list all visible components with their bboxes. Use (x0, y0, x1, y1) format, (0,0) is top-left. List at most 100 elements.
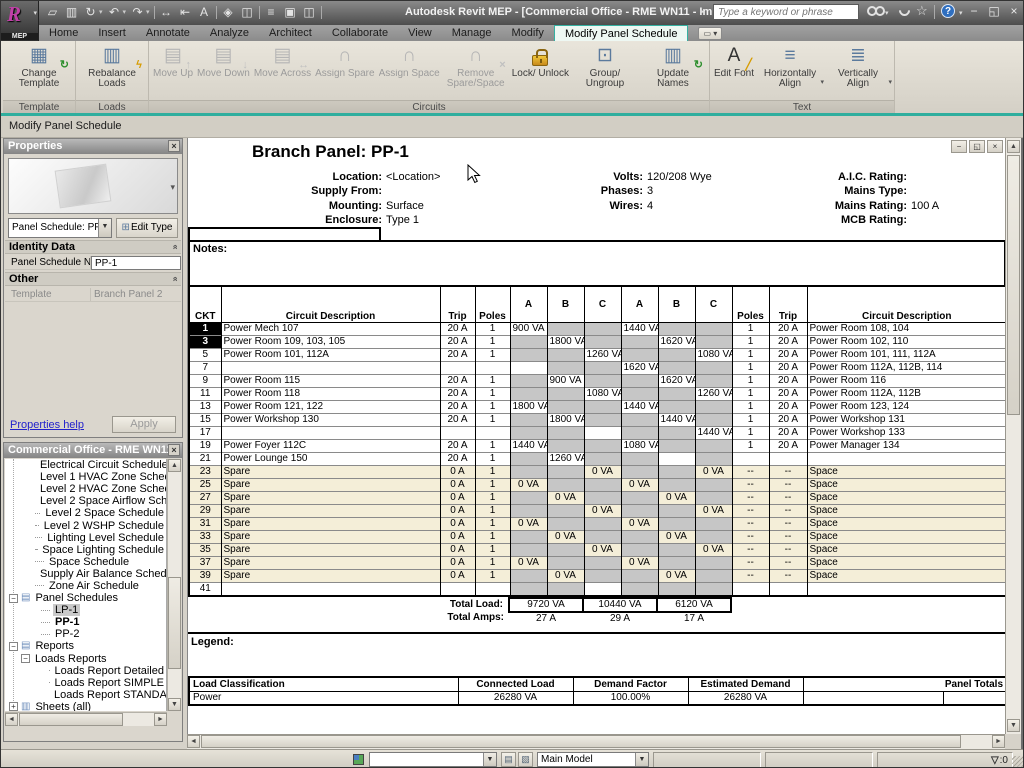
search-caret-icon[interactable]: ▾ (885, 9, 889, 17)
search-icon[interactable] (867, 5, 883, 16)
undo-icon[interactable]: ↶ (107, 5, 122, 19)
phase-load-cell[interactable]: 0 VA (510, 517, 547, 530)
type-selector-dropdown[interactable]: Panel Schedule: PP-1 ▼ (8, 218, 112, 238)
phase-load-cell[interactable] (584, 413, 621, 426)
poles-cell[interactable]: -- (732, 517, 769, 530)
collapse-box-icon[interactable]: − (9, 594, 18, 603)
phase-load-cell[interactable] (621, 426, 658, 439)
collapse-icon[interactable]: » (168, 244, 180, 249)
phase-load-cell[interactable] (584, 361, 621, 374)
phase-load-cell[interactable] (510, 413, 547, 426)
phase-load-cell[interactable] (584, 452, 621, 465)
browser-item-lp-1[interactable]: LP-1 (5, 604, 166, 616)
scroll-right-icon[interactable]: ► (992, 735, 1005, 748)
poles-cell[interactable]: 1 (475, 348, 510, 361)
trip-cell[interactable]: 20 A (440, 335, 475, 348)
circuit-description-cell[interactable]: Power Room 108, 104 (807, 322, 1007, 335)
browser-item-loads-reports[interactable]: −Loads Reports (5, 653, 166, 665)
circuit-description-cell[interactable]: Spare (221, 491, 440, 504)
collapse-box-icon[interactable]: − (21, 654, 30, 663)
trip-cell[interactable]: 20 A (769, 387, 807, 400)
phase-load-cell[interactable]: 1800 VA (547, 413, 584, 426)
phase-load-cell[interactable] (658, 543, 695, 556)
document-vertical-scrollbar[interactable]: ▲ ▼ (1005, 138, 1021, 734)
minimize-button[interactable]: − (967, 5, 981, 18)
circuit-description-cell[interactable]: Spare (221, 569, 440, 582)
remove-spare-space-button[interactable]: ∩×Remove Spare/Space (442, 42, 510, 92)
phase-load-cell[interactable]: 1080 VA (621, 439, 658, 452)
trip-cell[interactable] (769, 582, 807, 596)
edit-font-button[interactable]: A╱Edit Font (712, 42, 756, 92)
poles-cell[interactable]: -- (732, 465, 769, 478)
circuit-description-cell[interactable]: Power Manager 134 (807, 439, 1007, 452)
phase-load-cell[interactable]: 1440 VA (658, 413, 695, 426)
phase-load-cell[interactable] (510, 335, 547, 348)
filter-icon[interactable]: ▽ (991, 755, 999, 766)
rebalance-loads-button[interactable]: ▥ϟRebalance Loads (78, 42, 146, 92)
restore-button[interactable]: ◱ (987, 5, 1001, 18)
phase-load-cell[interactable]: 1260 VA (695, 387, 732, 400)
circuit-description-cell[interactable]: Power Workshop 131 (807, 413, 1007, 426)
phase-load-cell[interactable] (621, 530, 658, 543)
poles-cell[interactable]: -- (732, 491, 769, 504)
browser-item-loads-report-standari[interactable]: Loads Report STANDARI (5, 689, 166, 701)
info-value[interactable]: 4 (647, 200, 653, 212)
section-icon[interactable]: ◫ (240, 5, 255, 19)
properties-help-link[interactable]: Properties help (10, 419, 84, 431)
trip-cell[interactable]: -- (769, 556, 807, 569)
poles-cell[interactable]: 1 (475, 374, 510, 387)
browser-item-level-2-wshp-schedule[interactable]: Level 2 WSHP Schedule (5, 519, 166, 531)
editable-only-toggle[interactable]: ▤ (501, 752, 516, 767)
circuit-description-cell[interactable]: Power Room 121, 122 (221, 400, 440, 413)
ckt-cell[interactable]: 7 (189, 361, 221, 374)
scroll-up-icon[interactable]: ▲ (1007, 140, 1020, 153)
phase-load-cell[interactable]: 1440 VA (621, 322, 658, 335)
phase-load-cell[interactable] (621, 413, 658, 426)
trip-cell[interactable]: 20 A (769, 439, 807, 452)
phase-load-cell[interactable] (584, 426, 621, 439)
phase-load-cell[interactable] (510, 465, 547, 478)
phase-load-cell[interactable] (584, 569, 621, 582)
phase-load-cell[interactable] (547, 361, 584, 374)
ckt-cell[interactable]: 3 (189, 335, 221, 348)
browser-vertical-scrollbar[interactable]: ▲ ▼ (167, 459, 181, 711)
phase-load-cell[interactable] (621, 452, 658, 465)
circuit-description-cell[interactable]: Power Workshop 133 (807, 426, 1007, 439)
phase-load-cell[interactable]: 1620 VA (658, 374, 695, 387)
circuit-description-cell[interactable] (221, 582, 440, 596)
trip-cell[interactable] (440, 361, 475, 374)
trip-cell[interactable]: 20 A (440, 400, 475, 413)
trip-cell[interactable] (440, 426, 475, 439)
poles-cell[interactable]: -- (732, 504, 769, 517)
ckt-cell[interactable]: 25 (189, 478, 221, 491)
panel-title[interactable]: Branch Panel: PP-1 (252, 142, 409, 162)
phase-load-cell[interactable] (621, 374, 658, 387)
tab-annotate[interactable]: Annotate (136, 25, 200, 41)
poles-cell[interactable] (475, 426, 510, 439)
phase-load-cell[interactable] (510, 361, 547, 374)
move-up-button[interactable]: ▤↑Move Up (151, 42, 195, 92)
circuit-description-cell[interactable]: Power Foyer 112C (221, 439, 440, 452)
default-3d-view-icon[interactable]: ◈ (221, 5, 236, 19)
trip-cell[interactable]: 0 A (440, 556, 475, 569)
circuit-description-cell[interactable]: Space (807, 478, 1007, 491)
browser-item-loads-report-simple[interactable]: Loads Report SIMPLE (5, 677, 166, 689)
phase-load-cell[interactable] (510, 569, 547, 582)
phase-load-cell[interactable] (584, 491, 621, 504)
circuit-description-cell[interactable]: Space (807, 517, 1007, 530)
panel-schedule-name-field[interactable]: PP-1 (91, 256, 181, 270)
poles-cell[interactable]: 1 (475, 491, 510, 504)
trip-cell[interactable]: -- (769, 517, 807, 530)
trip-cell[interactable]: 0 A (440, 504, 475, 517)
poles-cell[interactable]: 1 (475, 387, 510, 400)
circuit-description-cell[interactable]: Space (807, 491, 1007, 504)
browser-item-zone-air-schedule[interactable]: Zone Air Schedule (5, 580, 166, 592)
phase-load-cell[interactable]: 0 VA (621, 478, 658, 491)
trip-cell[interactable]: 20 A (440, 374, 475, 387)
poles-cell[interactable]: 1 (475, 400, 510, 413)
demand-factor-cell[interactable]: 100.00% (573, 692, 688, 705)
phase-load-cell[interactable] (510, 387, 547, 400)
phase-load-cell[interactable] (658, 556, 695, 569)
circuit-description-cell[interactable] (221, 426, 440, 439)
scrollbar-thumb[interactable] (168, 577, 181, 669)
